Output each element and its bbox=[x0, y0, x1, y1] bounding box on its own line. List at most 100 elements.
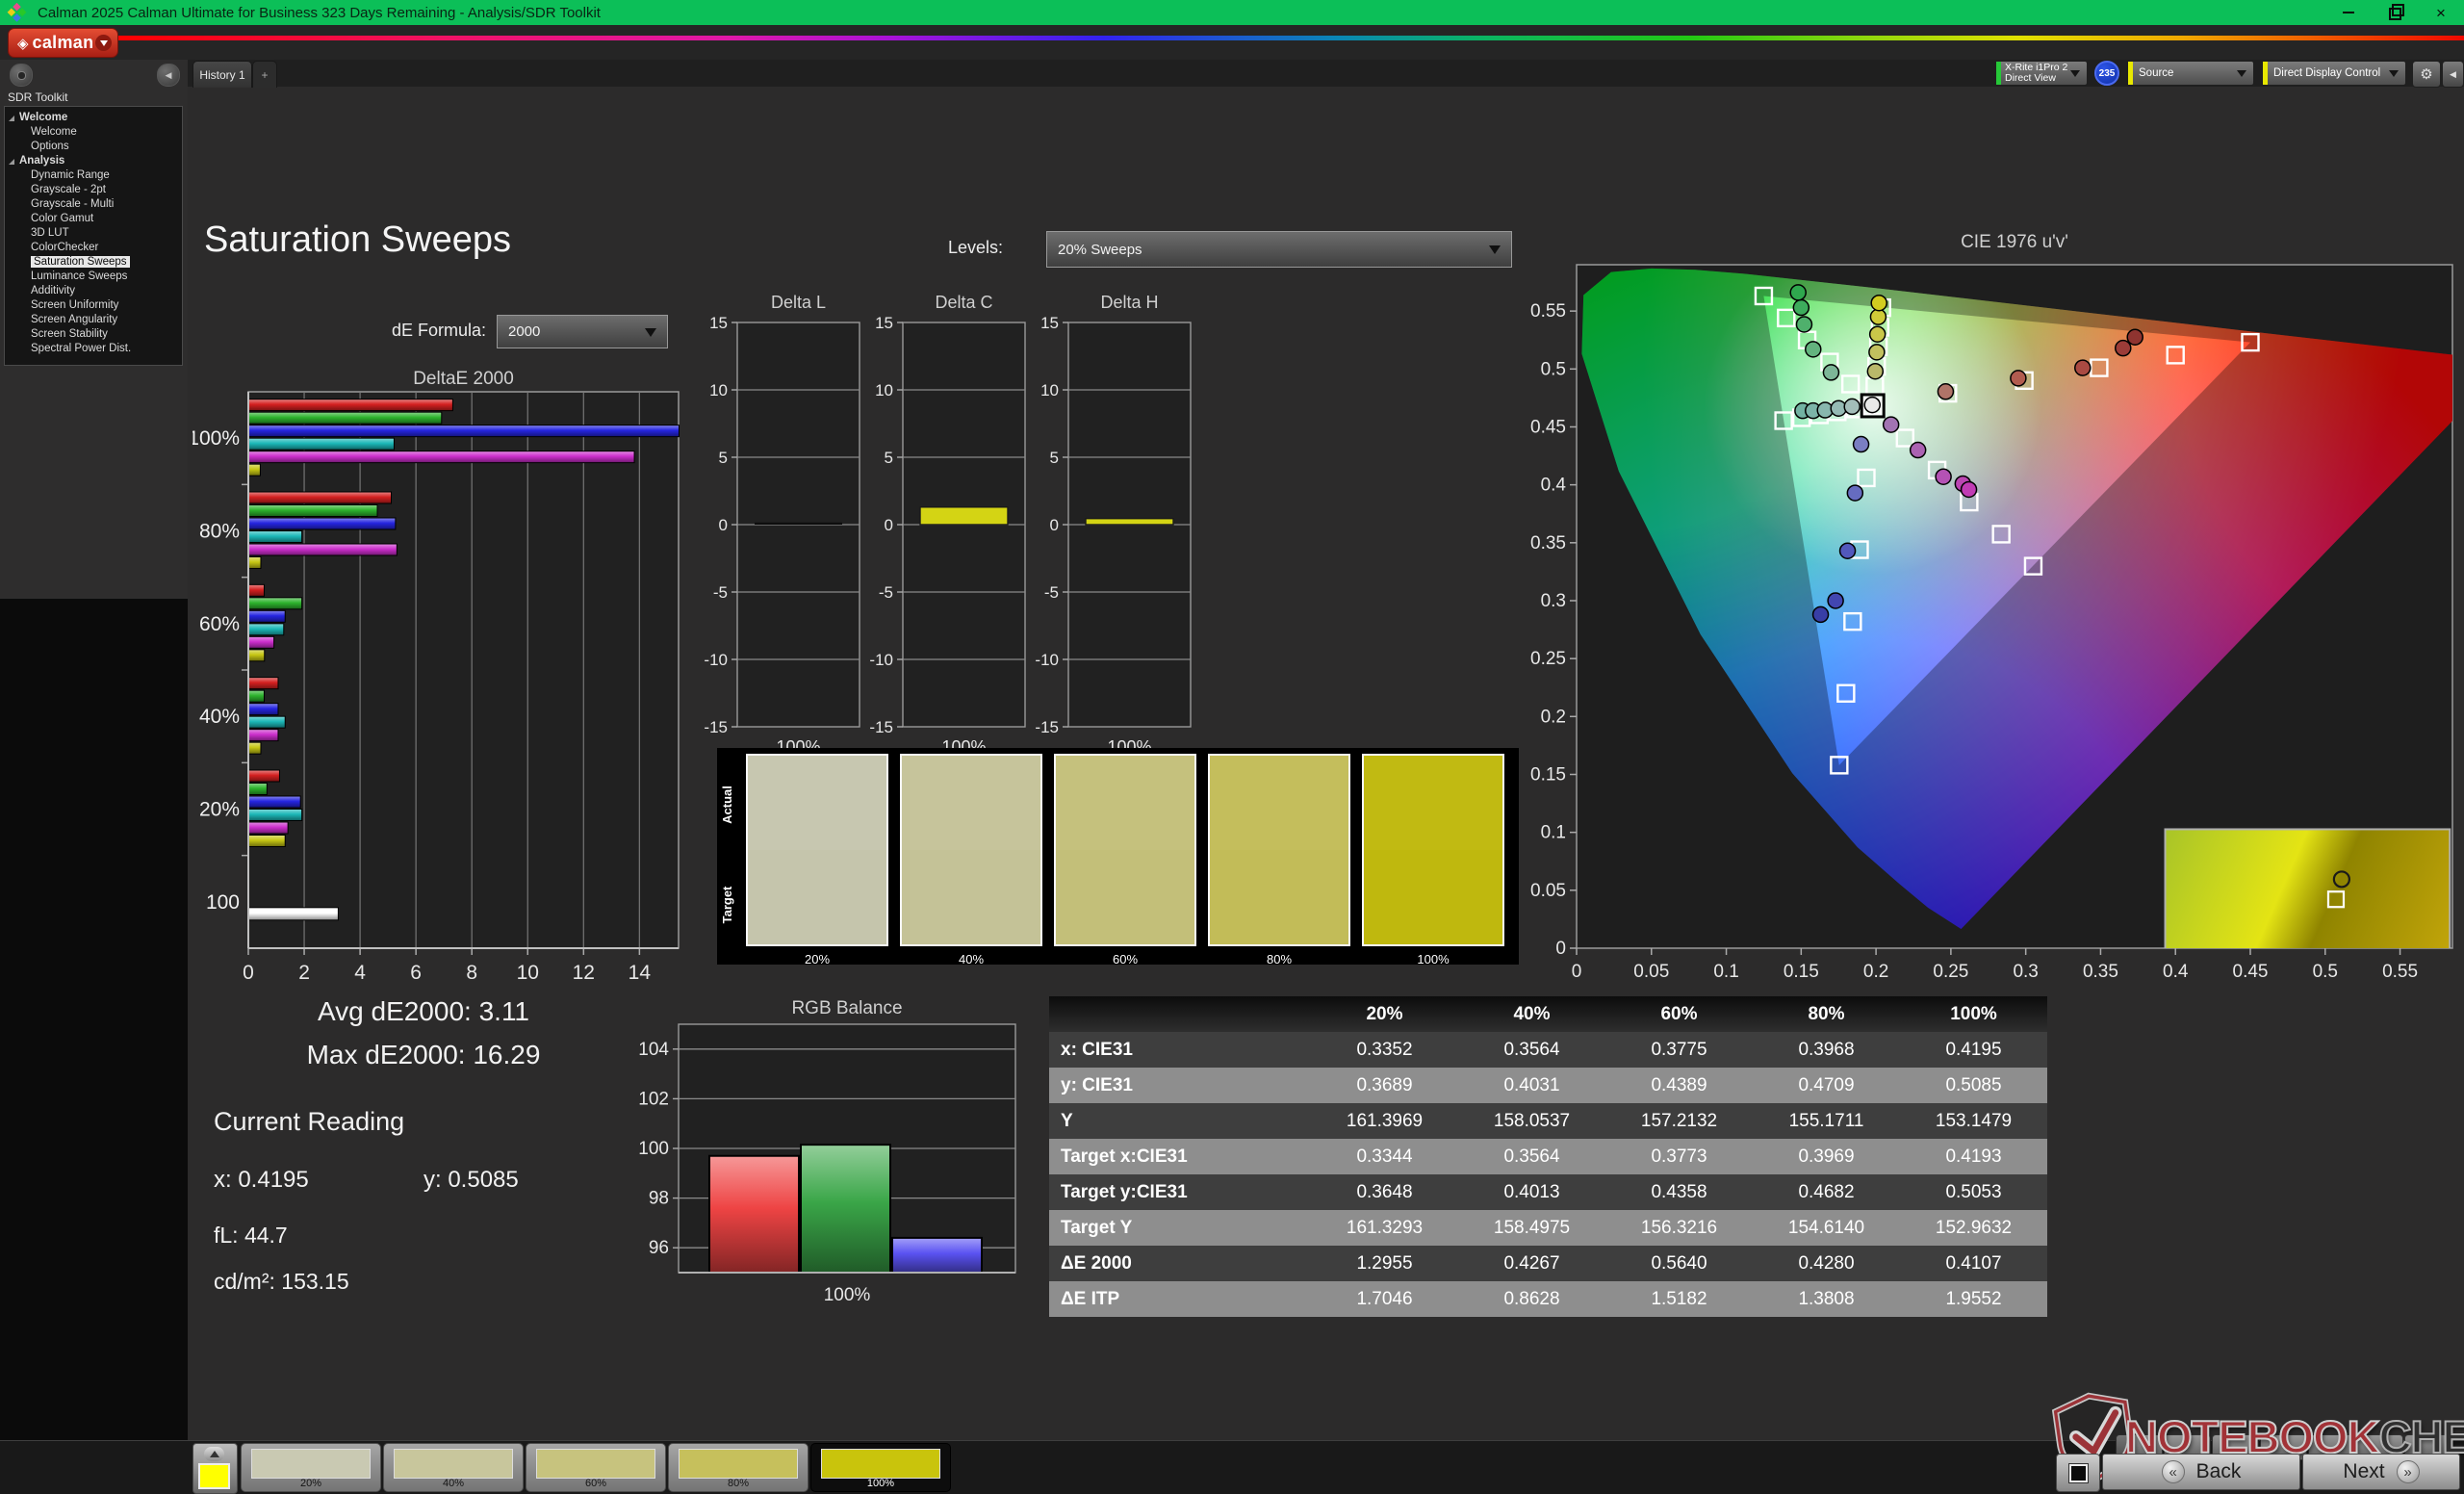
patch-thumb-60%[interactable]: 60% bbox=[526, 1443, 666, 1492]
table-row: y: CIE310.36890.40310.43890.47090.5085 bbox=[1049, 1068, 2047, 1103]
svg-text:0.15: 0.15 bbox=[1784, 962, 1819, 982]
table-cell: 1.2955 bbox=[1311, 1246, 1458, 1281]
sidebar-item-dynamic-range[interactable]: Dynamic Range bbox=[5, 168, 182, 183]
svg-text:-10: -10 bbox=[869, 651, 893, 669]
minimize-button[interactable] bbox=[2325, 0, 2372, 25]
collapse-panel-button[interactable]: ◀ bbox=[2442, 61, 2464, 88]
levels-value: 20% Sweeps bbox=[1058, 242, 1142, 258]
column-header: 60% bbox=[1605, 996, 1753, 1032]
svg-text:Delta L: Delta L bbox=[771, 293, 826, 312]
column-header: 40% bbox=[1458, 996, 1605, 1032]
meter-count-badge[interactable]: 235 bbox=[2094, 61, 2119, 86]
settings-button[interactable]: ⚙ bbox=[2412, 61, 2441, 88]
svg-text:100: 100 bbox=[206, 891, 240, 914]
sidebar-item-label: Welcome bbox=[19, 112, 67, 123]
patch-thumb-40%[interactable]: 40% bbox=[383, 1443, 524, 1492]
back-button[interactable]: « Back bbox=[2102, 1454, 2300, 1490]
swatch-label: 80% bbox=[1208, 952, 1350, 966]
sidebar-item-screen-uniformity[interactable]: Screen Uniformity bbox=[5, 298, 182, 313]
sidebar-item-3d-lut[interactable]: 3D LUT bbox=[5, 226, 182, 241]
sidebar-item-screen-angularity[interactable]: Screen Angularity bbox=[5, 313, 182, 327]
row-label: Target x:CIE31 bbox=[1049, 1139, 1311, 1174]
table-cell: 0.4193 bbox=[1900, 1139, 2047, 1174]
next-button[interactable]: Next » bbox=[2302, 1454, 2460, 1490]
meter-dropdown[interactable]: X-Rite i1Pro 2 Direct View bbox=[1995, 61, 2088, 86]
sidebar-item-saturation-sweeps[interactable]: Saturation Sweeps bbox=[5, 255, 182, 270]
svg-text:14: 14 bbox=[629, 962, 652, 984]
svg-text:0.5: 0.5 bbox=[2313, 962, 2338, 982]
sidebar-item-welcome[interactable]: Welcome bbox=[5, 125, 182, 140]
svg-text:-15: -15 bbox=[1035, 718, 1059, 736]
levels-dropdown[interactable]: 20% Sweeps bbox=[1046, 231, 1512, 268]
sidebar-item-analysis[interactable]: Analysis bbox=[5, 154, 182, 168]
sidebar-item-label: Additivity bbox=[31, 285, 75, 296]
patch-thumb-80%[interactable]: 80% bbox=[668, 1443, 808, 1492]
results-table: 20%40%60%80%100%x: CIE310.33520.35640.37… bbox=[1049, 996, 2047, 1317]
svg-text:Delta H: Delta H bbox=[1100, 293, 1158, 312]
add-tab-button[interactable]: + bbox=[252, 61, 277, 88]
table-cell: 0.4280 bbox=[1753, 1246, 1900, 1281]
sidebar-item-color-gamut[interactable]: Color Gamut bbox=[5, 212, 182, 226]
row-label: x: CIE31 bbox=[1049, 1032, 1311, 1068]
svg-text:20%: 20% bbox=[199, 799, 240, 821]
sidebar-item-welcome[interactable]: Welcome bbox=[5, 111, 182, 125]
stop-button[interactable] bbox=[2056, 1454, 2100, 1492]
expand-icon bbox=[9, 159, 14, 165]
table-cell: 0.4195 bbox=[1900, 1032, 2047, 1068]
svg-text:60%: 60% bbox=[199, 613, 240, 635]
workflow-tree: WelcomeWelcomeOptionsAnalysisDynamic Ran… bbox=[4, 106, 183, 366]
sidebar-item-options[interactable]: Options bbox=[5, 140, 182, 154]
table-row: x: CIE310.33520.35640.37750.39680.4195 bbox=[1049, 1032, 2047, 1068]
sidebar-item-spectral-power-dist-[interactable]: Spectral Power Dist. bbox=[5, 342, 182, 356]
swatch-target bbox=[1364, 850, 1502, 944]
svg-text:4: 4 bbox=[354, 962, 366, 984]
table-row: Target y:CIE310.36480.40130.43580.46820.… bbox=[1049, 1174, 2047, 1210]
svg-text:0.35: 0.35 bbox=[2083, 962, 2118, 982]
pin-icon bbox=[17, 71, 26, 80]
saturation-swatch-40% bbox=[900, 754, 1042, 946]
titlebar: Calman 2025 Calman Ultimate for Business… bbox=[0, 0, 2464, 25]
table-row: Target Y161.3293158.4975156.3216154.6140… bbox=[1049, 1210, 2047, 1246]
close-button[interactable]: × bbox=[2418, 0, 2464, 25]
patch-thumb-20%[interactable]: 20% bbox=[241, 1443, 381, 1492]
sidebar-item-grayscale-2pt[interactable]: Grayscale - 2pt bbox=[5, 183, 182, 197]
sidebar-item-additivity[interactable]: Additivity bbox=[5, 284, 182, 298]
column-header bbox=[1049, 996, 1311, 1032]
patch-thumb-100%[interactable]: 100% bbox=[810, 1443, 951, 1492]
de-formula-label: dE Formula: bbox=[318, 321, 486, 341]
svg-text:-10: -10 bbox=[704, 651, 728, 669]
calman-menu-button[interactable]: ◈ calman bbox=[8, 28, 118, 58]
sidebar-pin-button[interactable] bbox=[10, 64, 33, 87]
svg-text:0.05: 0.05 bbox=[1633, 962, 1669, 982]
svg-text:0.35: 0.35 bbox=[1530, 533, 1566, 554]
source-dropdown[interactable]: Source bbox=[2127, 61, 2254, 86]
table-header-row: 20%40%60%80%100% bbox=[1049, 996, 2047, 1032]
app-icon bbox=[7, 2, 27, 22]
chevron-left-icon: ◀ bbox=[166, 70, 172, 81]
table-cell: 0.3689 bbox=[1311, 1068, 1458, 1103]
delta-h-chart: 151050-5-10-15Delta H100% bbox=[1020, 289, 1203, 765]
svg-text:0.45: 0.45 bbox=[2233, 962, 2269, 982]
scroll-up-button[interactable] bbox=[204, 1447, 224, 1461]
thumb-label: 40% bbox=[384, 1478, 523, 1489]
restore-button[interactable] bbox=[2372, 0, 2418, 25]
sidebar-item-grayscale-multi[interactable]: Grayscale - Multi bbox=[5, 197, 182, 212]
svg-text:0: 0 bbox=[1572, 962, 1582, 982]
table-row: ΔE ITP1.70460.86281.51821.38081.9552 bbox=[1049, 1281, 2047, 1317]
display-control-dropdown[interactable]: Direct Display Control bbox=[2262, 61, 2406, 86]
table-cell: 161.3969 bbox=[1311, 1103, 1458, 1139]
sidebar-item-screen-stability[interactable]: Screen Stability bbox=[5, 327, 182, 342]
source-status-stripe bbox=[2128, 62, 2133, 85]
svg-text:0.45: 0.45 bbox=[1530, 417, 1566, 437]
table-cell: 0.5053 bbox=[1900, 1174, 2047, 1210]
sidebar-item-colorchecker[interactable]: ColorChecker bbox=[5, 241, 182, 255]
svg-text:8: 8 bbox=[466, 962, 477, 984]
svg-text:100: 100 bbox=[638, 1139, 669, 1159]
svg-text:-5: -5 bbox=[879, 583, 893, 602]
table-row: ΔE 20001.29550.42670.56400.42800.4107 bbox=[1049, 1246, 2047, 1281]
sidebar-collapse-button[interactable]: ◀ bbox=[157, 64, 180, 87]
de-formula-dropdown[interactable]: 2000 bbox=[497, 315, 668, 348]
sidebar-item-luminance-sweeps[interactable]: Luminance Sweeps bbox=[5, 270, 182, 284]
svg-text:104: 104 bbox=[638, 1040, 669, 1060]
tab-history-1[interactable]: History 1 bbox=[192, 61, 252, 88]
